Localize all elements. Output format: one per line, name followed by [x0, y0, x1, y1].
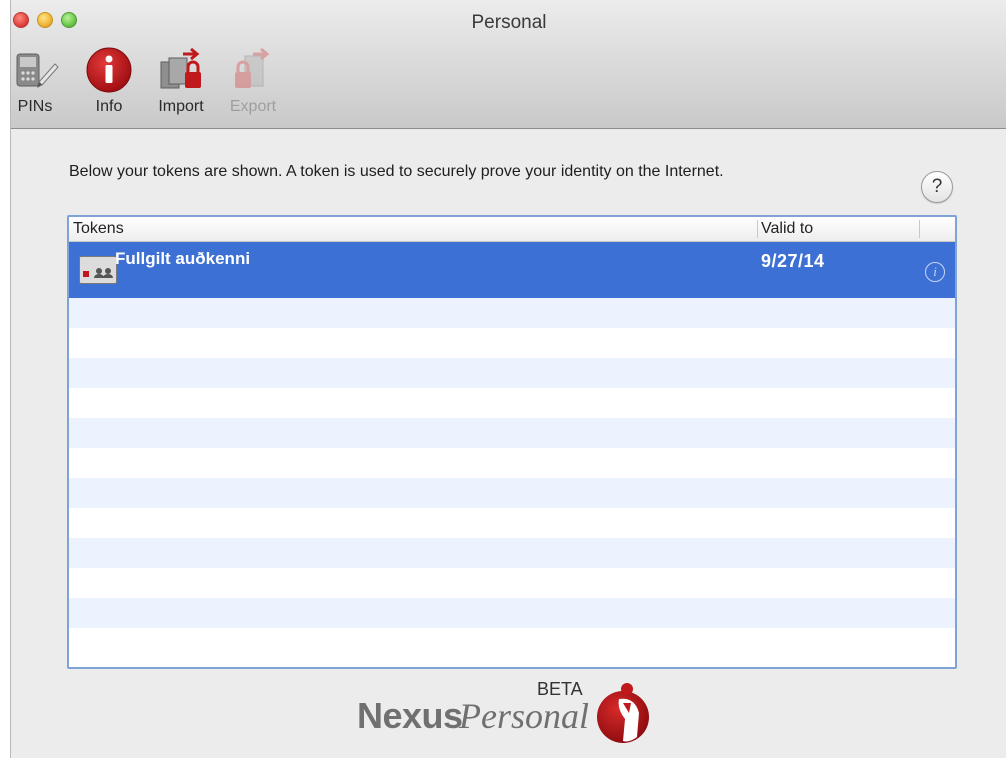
token-name: Fullgilt auðkenni	[115, 249, 251, 268]
brand-name: Nexus	[357, 695, 463, 736]
empty-row	[69, 448, 955, 478]
nexus-logo-icon	[593, 679, 657, 745]
token-card-icon	[79, 256, 117, 284]
toolbar-import-button[interactable]: Import	[151, 46, 211, 120]
info-icon	[83, 46, 135, 96]
title-toolbar: Personal PINs Info Import Export	[11, 0, 1006, 129]
import-icon	[155, 46, 207, 96]
token-valid-to: 9/27/14	[761, 251, 825, 271]
window-title: Personal	[471, 12, 547, 33]
empty-row	[69, 358, 955, 388]
empty-row	[69, 598, 955, 628]
tokens-table[interactable]: Tokens Valid to Fullgilt auðkenni 9/27/1…	[67, 215, 957, 669]
toolbar-info-button[interactable]: Info	[83, 46, 135, 120]
column-divider	[919, 220, 920, 238]
empty-row	[69, 418, 955, 448]
empty-row	[69, 328, 955, 358]
beta-badge: BETA	[537, 679, 583, 699]
help-button[interactable]: ?	[921, 171, 953, 203]
table-row[interactable]: Fullgilt auðkenni 9/27/14 i	[69, 242, 955, 298]
empty-row	[69, 538, 955, 568]
toolbar-pins-button[interactable]: PINs	[9, 46, 61, 120]
export-icon	[227, 46, 279, 96]
toolbar-export-button[interactable]: Export	[223, 46, 283, 120]
empty-row	[69, 568, 955, 598]
toolbar-import-label: Import	[158, 98, 204, 115]
table-header: Tokens Valid to	[69, 217, 955, 242]
column-divider	[757, 220, 758, 238]
toolbar-info-label: Info	[95, 98, 123, 115]
app-window: Personal PINs Info Import Export Below y…	[10, 0, 1006, 758]
column-header-tokens[interactable]: Tokens	[73, 220, 124, 238]
brand-logo: Nexus Personal BETA	[357, 679, 667, 749]
toolbar-export-label: Export	[229, 98, 277, 115]
empty-row	[69, 388, 955, 418]
brand-product: Personal	[459, 696, 589, 736]
empty-row	[69, 508, 955, 538]
table-body: Fullgilt auðkenni 9/27/14 i	[69, 242, 955, 667]
column-header-valid-to[interactable]: Valid to	[761, 220, 813, 238]
main-content: Below your tokens are shown. A token is …	[11, 129, 1006, 758]
empty-row	[69, 478, 955, 508]
intro-text: Below your tokens are shown. A token is …	[69, 163, 724, 180]
empty-row	[69, 628, 955, 658]
row-info-icon[interactable]: i	[925, 262, 945, 282]
toolbar-pins-label: PINs	[17, 98, 53, 115]
pins-icon	[9, 46, 61, 96]
empty-row	[69, 298, 955, 328]
